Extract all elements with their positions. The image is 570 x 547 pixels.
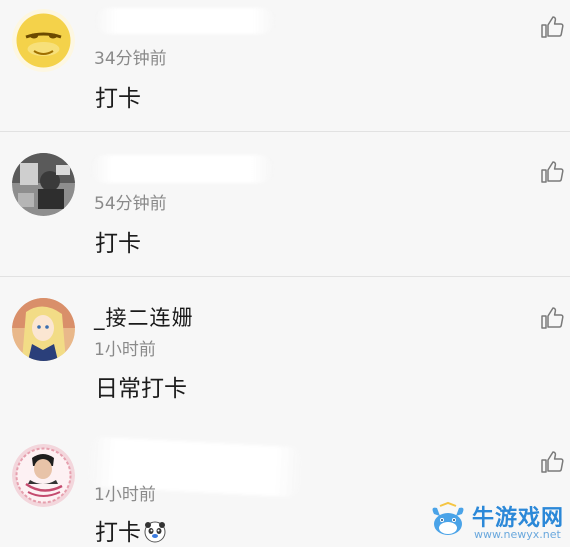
thumbs-up-icon[interactable] xyxy=(540,450,564,474)
username-redaction xyxy=(96,8,274,34)
comment-item: 34分钟前 打卡 xyxy=(0,0,570,132)
comment-item: 54分钟前 打卡 xyxy=(0,133,570,277)
comment-content-text: 打卡 xyxy=(95,520,141,546)
thumbs-up-icon[interactable] xyxy=(540,15,564,39)
panda-emoji-icon xyxy=(143,520,167,544)
site-watermark: 牛游戏网 www.newyx.net xyxy=(428,500,568,544)
comment-content: 打卡 xyxy=(95,86,141,112)
comment-time: 1小时前 xyxy=(94,340,156,360)
comment-content: 打卡 xyxy=(95,513,167,547)
comment-content: 打卡 xyxy=(95,231,141,257)
comment-time: 54分钟前 xyxy=(94,194,167,214)
photo-avatar-icon[interactable] xyxy=(12,153,75,216)
thumbs-up-icon[interactable] xyxy=(540,306,564,330)
anime-avatar-icon[interactable] xyxy=(12,298,75,361)
comment-content: 日常打卡 xyxy=(95,376,187,402)
thumbs-up-icon[interactable] xyxy=(540,160,564,184)
watermark-url: www.newyx.net xyxy=(474,528,561,541)
comment-time: 34分钟前 xyxy=(94,49,167,69)
bull-mascot-icon xyxy=(428,500,468,540)
username-redaction xyxy=(92,155,272,183)
comment-item: _接二连姗 1小时前 日常打卡 xyxy=(0,278,570,423)
comment-username[interactable]: _接二连姗 xyxy=(94,302,194,332)
portrait-avatar-icon[interactable] xyxy=(12,444,75,507)
duck-avatar-icon[interactable] xyxy=(12,9,75,72)
comment-time: 1小时前 xyxy=(94,485,156,505)
